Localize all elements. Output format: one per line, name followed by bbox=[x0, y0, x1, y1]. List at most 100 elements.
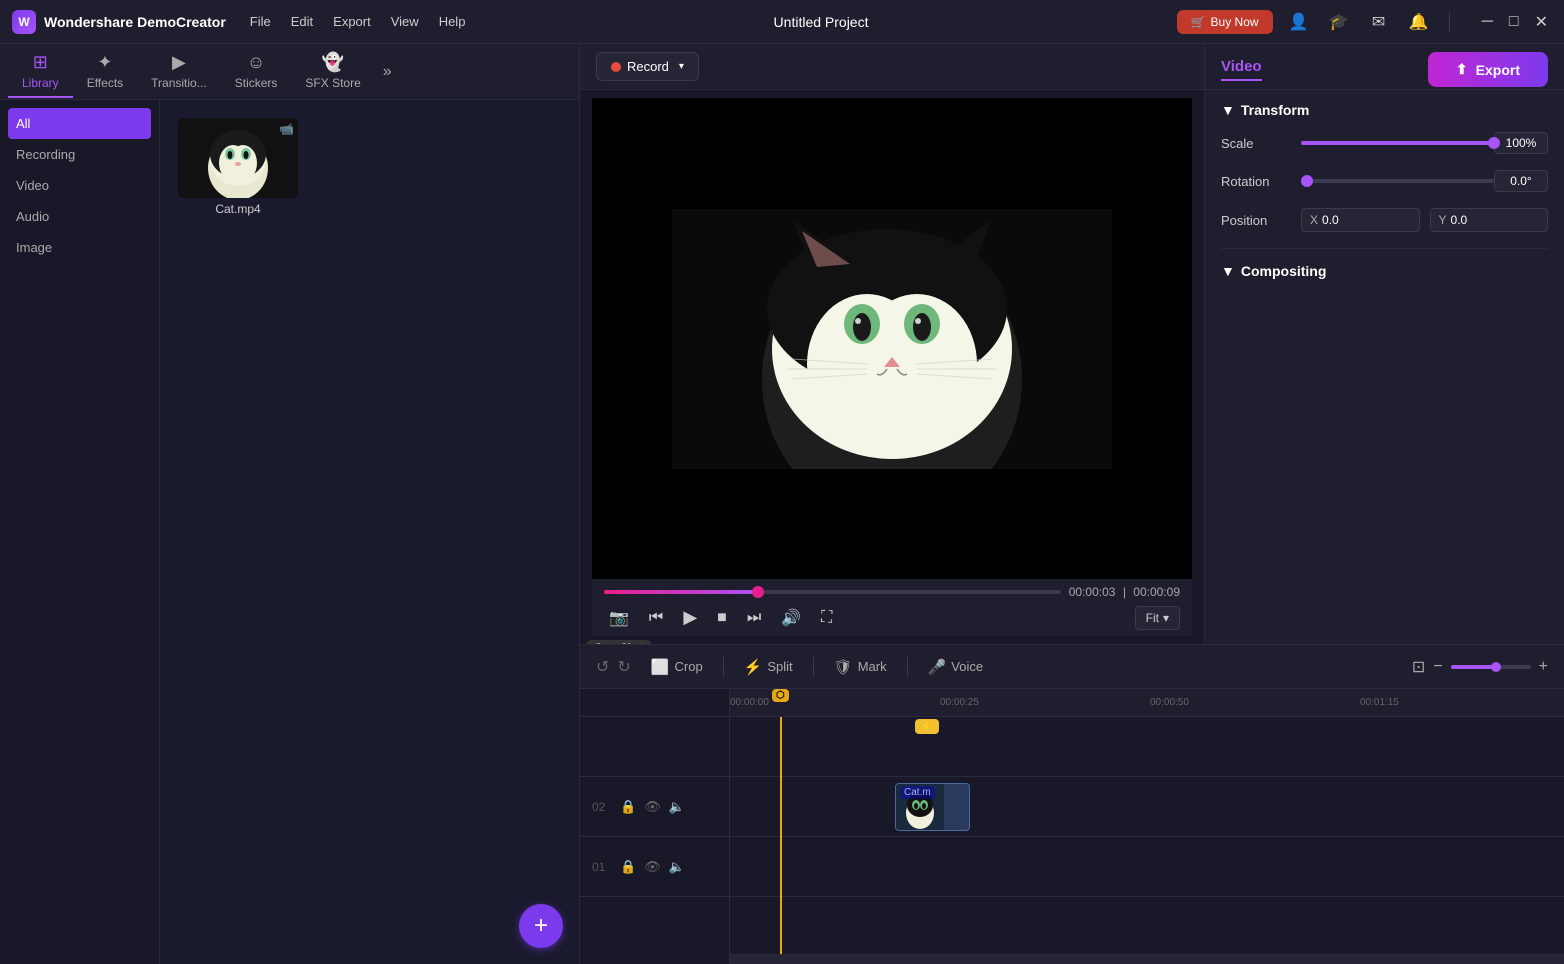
media-thumb-cat: 📹 bbox=[178, 118, 298, 198]
export-button[interactable]: ⬆ Export bbox=[1428, 52, 1548, 87]
menu-export[interactable]: Export bbox=[333, 14, 371, 29]
maximize-button[interactable]: □ bbox=[1505, 12, 1523, 32]
scale-fill bbox=[1301, 141, 1494, 145]
tab-sfx[interactable]: 👻 SFX Store bbox=[291, 46, 374, 98]
export-label: Export bbox=[1476, 62, 1520, 78]
play-button[interactable]: ▶ bbox=[678, 605, 702, 630]
control-buttons: 📷 SnapShot ⏮ ▶ ■ ⏭ 🔊 ⛶ Fit ▾ bbox=[604, 605, 1180, 630]
sidebar-item-all[interactable]: All bbox=[8, 108, 151, 139]
account-icon[interactable]: 👤 bbox=[1285, 8, 1313, 36]
fit-timeline-button[interactable]: ⊡ bbox=[1412, 657, 1425, 677]
menu-edit[interactable]: Edit bbox=[291, 14, 313, 29]
sidebar-item-video[interactable]: Video bbox=[0, 170, 159, 201]
graduation-icon[interactable]: 🎓 bbox=[1325, 8, 1353, 36]
add-media-button[interactable]: + bbox=[519, 904, 563, 948]
menu-view[interactable]: View bbox=[391, 14, 419, 29]
record-button[interactable]: Record ▾ bbox=[596, 52, 699, 81]
track-01-audio[interactable]: 🔈 bbox=[669, 859, 685, 875]
right-panel-content: ▼ Transform Scale 100% bbox=[1205, 90, 1564, 644]
transform-label: Transform bbox=[1241, 102, 1309, 118]
split-label: Split bbox=[767, 659, 792, 674]
skip-back-button[interactable]: ⏮ bbox=[644, 607, 668, 629]
app-name: Wondershare DemoCreator bbox=[44, 14, 226, 30]
stickers-tab-icon: ☺ bbox=[247, 52, 265, 73]
scale-value: 100% bbox=[1494, 132, 1548, 154]
volume-button[interactable]: 🔊 bbox=[776, 606, 806, 630]
rotation-slider-wrap bbox=[1301, 179, 1494, 183]
tab-stickers[interactable]: ☺ Stickers bbox=[221, 46, 292, 98]
menu-file[interactable]: File bbox=[250, 14, 271, 29]
mail-icon[interactable]: ✉ bbox=[1365, 8, 1393, 36]
rotation-value: 0.0° bbox=[1494, 170, 1548, 192]
mark-tool[interactable]: 🛡 Mark bbox=[834, 658, 887, 676]
effects-tab-icon: ✦ bbox=[97, 52, 112, 73]
tab-library[interactable]: ⊞ Library bbox=[8, 46, 73, 98]
time-bar: 00:00:03 | 00:00:09 bbox=[604, 585, 1180, 599]
center-panel: Record ▾ bbox=[580, 44, 1204, 644]
zoom-in-button[interactable]: + bbox=[1539, 658, 1548, 676]
fit-button[interactable]: Fit ▾ bbox=[1135, 606, 1180, 630]
compositing-section-header[interactable]: ▼ Compositing bbox=[1221, 263, 1548, 279]
split-tool[interactable]: ⚡ Split bbox=[744, 658, 793, 676]
stickers-tab-label: Stickers bbox=[235, 76, 278, 90]
pos-x-value: 0.0 bbox=[1322, 213, 1339, 227]
sidebar-item-recording[interactable]: Recording bbox=[0, 139, 159, 170]
track-02-row: Cat.m bbox=[730, 777, 1564, 837]
pos-y-value: 0.0 bbox=[1451, 213, 1468, 227]
sidebar-item-audio[interactable]: Audio bbox=[0, 201, 159, 232]
toolbar-separator-2 bbox=[813, 657, 814, 677]
time-display: 00:00:03 | 00:00:09 bbox=[1069, 585, 1180, 599]
track-01-eye[interactable]: 👁 bbox=[644, 859, 661, 875]
tab-effects[interactable]: ✦ Effects bbox=[73, 46, 137, 98]
buy-now-button[interactable]: 🛒 Buy Now bbox=[1177, 10, 1273, 34]
notification-icon[interactable]: 🔔 bbox=[1405, 8, 1433, 36]
ruler-tracks: 00:00:00 00:00:25 00:00:50 00:01:15 00:0… bbox=[730, 689, 1564, 964]
voice-tool[interactable]: 🎤 Voice bbox=[928, 658, 984, 676]
zoom-out-button[interactable]: − bbox=[1433, 658, 1442, 676]
playhead-marker: ⬡ bbox=[772, 689, 789, 702]
ruler-spacer bbox=[580, 689, 729, 717]
empty-track-row: ⚡ bbox=[730, 717, 1564, 777]
undo-button[interactable]: ↺ bbox=[596, 657, 609, 677]
record-chevron: ▾ bbox=[679, 61, 684, 72]
sidebar-item-image[interactable]: Image bbox=[0, 232, 159, 263]
track-02-lock[interactable]: 🔒 bbox=[620, 799, 636, 815]
track-label-01: 01 🔒 👁 🔈 bbox=[580, 837, 729, 897]
snapshot-container: 📷 SnapShot bbox=[604, 606, 634, 630]
progress-track[interactable] bbox=[604, 590, 1061, 594]
snapshot-button[interactable]: 📷 bbox=[604, 606, 634, 630]
pos-x-field[interactable]: X 0.0 bbox=[1301, 208, 1420, 232]
track-02-eye[interactable]: 👁 bbox=[644, 799, 661, 815]
main-content: ⊞ Library ✦ Effects ▶ Transitio... ☺ Sti… bbox=[0, 44, 1564, 964]
scale-row: Scale 100% bbox=[1221, 132, 1548, 154]
rotation-slider[interactable] bbox=[1301, 179, 1494, 183]
crop-tool[interactable]: ⬜ Crop bbox=[651, 658, 703, 676]
divider bbox=[1449, 12, 1450, 32]
rotation-label: Rotation bbox=[1221, 174, 1301, 189]
pos-y-field[interactable]: Y 0.0 bbox=[1430, 208, 1549, 232]
lib-more-button[interactable]: » bbox=[375, 59, 400, 85]
menu-help[interactable]: Help bbox=[439, 14, 466, 29]
track-01-controls: 01 🔒 👁 🔈 bbox=[580, 859, 730, 875]
tab-transitions[interactable]: ▶ Transitio... bbox=[137, 46, 221, 98]
fullscreen-button[interactable]: ⛶ bbox=[816, 607, 837, 629]
track-rows: ⬡ ⚡ bbox=[730, 717, 1564, 954]
video-clip[interactable]: Cat.m bbox=[895, 783, 970, 831]
media-item-cat[interactable]: 📹 Cat.mp4 bbox=[178, 118, 298, 216]
stop-button[interactable]: ■ bbox=[712, 607, 732, 629]
title-actions: 🛒 Buy Now 👤 🎓 ✉ 🔔 ─ □ ✕ bbox=[1177, 8, 1552, 36]
timeline-scrollbar[interactable] bbox=[730, 954, 1564, 964]
track-02-audio[interactable]: 🔈 bbox=[669, 799, 685, 815]
sfx-tab-icon: 👻 bbox=[322, 52, 344, 73]
fit-chevron: ▾ bbox=[1163, 611, 1169, 625]
zoom-slider[interactable] bbox=[1451, 665, 1531, 669]
skip-forward-button[interactable]: ⏭ bbox=[742, 607, 766, 629]
transform-section-header[interactable]: ▼ Transform bbox=[1221, 102, 1548, 118]
redo-button[interactable]: ↻ bbox=[617, 657, 630, 677]
track-01-lock[interactable]: 🔒 bbox=[620, 859, 636, 875]
track-label-02: 02 🔒 👁 🔈 bbox=[580, 777, 729, 837]
minimize-button[interactable]: ─ bbox=[1478, 12, 1497, 32]
media-grid: 📹 Cat.mp4 + bbox=[160, 100, 579, 964]
close-button[interactable]: ✕ bbox=[1531, 12, 1552, 32]
scale-slider[interactable] bbox=[1301, 141, 1494, 145]
